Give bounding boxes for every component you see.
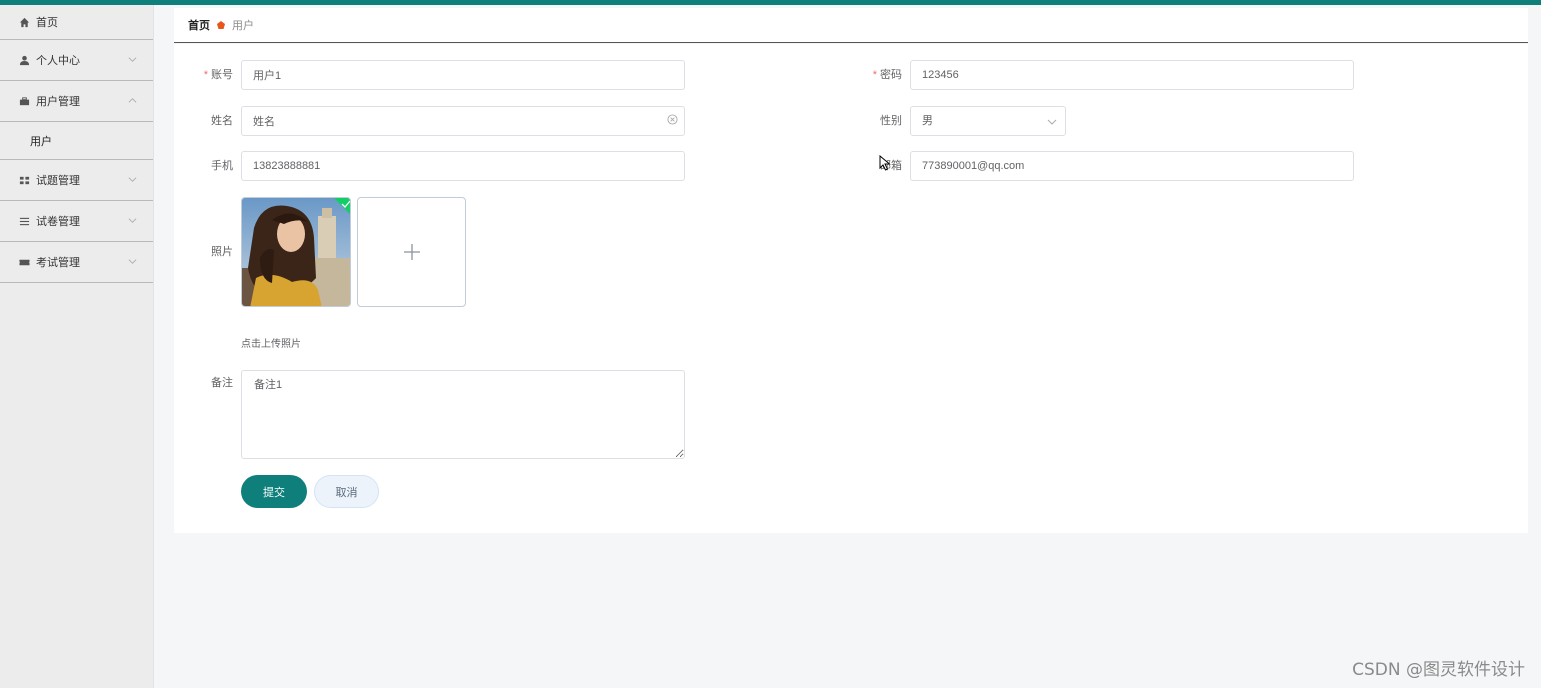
sidebar-item-home[interactable]: 首页 (0, 5, 153, 40)
submit-button[interactable]: 提交 (241, 475, 307, 508)
chevron-up-icon (128, 98, 137, 103)
grid-icon (18, 174, 30, 186)
mouse-cursor-icon (879, 155, 891, 171)
chevron-down-icon (128, 57, 137, 62)
password-label: * 密码 (872, 69, 902, 81)
sidebar-item-paper-management[interactable]: 试卷管理 (0, 201, 153, 242)
phone-label: 手机 (211, 160, 233, 172)
sidebar-subitem-users[interactable]: 用户 (0, 122, 153, 160)
sidebar-item-label: 个人中心 (36, 55, 80, 67)
remark-label: 备注 (211, 377, 233, 389)
upload-photo-tip: 点击上传照片 (241, 339, 301, 350)
sidebar-item-exam-management[interactable]: 考试管理 (0, 242, 153, 283)
phone-input[interactable] (241, 151, 685, 181)
list-icon (18, 215, 30, 227)
upload-photo-button[interactable] (357, 197, 466, 307)
breadcrumb: 首页 用户 (174, 8, 1528, 43)
breadcrumb-home-link[interactable]: 首页 (188, 17, 210, 33)
name-input[interactable] (241, 106, 685, 136)
photo-label: 照片 (211, 246, 233, 258)
chevron-down-icon (128, 218, 137, 223)
watermark-text: CSDN @图灵软件设计 (1352, 660, 1525, 680)
sidebar-item-user-management[interactable]: 用户管理 (0, 81, 153, 122)
name-label: 姓名 (211, 115, 233, 127)
gender-select[interactable]: 男 (910, 106, 1066, 136)
sidebar-item-question-management[interactable]: 试题管理 (0, 160, 153, 201)
password-input[interactable] (910, 60, 1354, 90)
portrait-photo-image (242, 198, 350, 306)
required-asterisk: * (203, 69, 208, 81)
sidebar-item-label: 考试管理 (36, 257, 80, 269)
email-label: 邮箱 (880, 160, 902, 172)
account-input[interactable] (241, 60, 685, 90)
sidebar-item-label: 试题管理 (36, 175, 80, 187)
required-asterisk: * (872, 69, 877, 81)
sidebar-item-label: 首页 (36, 17, 58, 29)
user-icon (18, 54, 30, 66)
breadcrumb-current: 用户 (232, 20, 254, 32)
plus-icon (403, 244, 420, 260)
home-icon (18, 16, 30, 28)
chevron-down-icon (128, 259, 137, 264)
remark-textarea[interactable]: 备注1 (241, 370, 685, 459)
sidebar: 首页 个人中心 用户管理 用户 试题管理 试卷管理 考试管理 (0, 5, 154, 688)
gender-select-value: 男 (922, 115, 933, 127)
breadcrumb-separator-icon (216, 20, 226, 30)
ticket-icon (18, 256, 30, 268)
sidebar-item-label: 用户管理 (36, 96, 80, 108)
photo-thumbnail[interactable] (241, 197, 351, 307)
email-input[interactable] (910, 151, 1354, 181)
clear-icon[interactable] (667, 114, 678, 125)
sidebar-item-label: 用户 (30, 135, 52, 148)
chevron-down-icon (1047, 119, 1057, 125)
sidebar-item-label: 试卷管理 (36, 216, 80, 228)
cancel-button[interactable]: 取消 (314, 475, 379, 508)
account-label: * 账号 (203, 69, 233, 81)
chevron-down-icon (128, 177, 137, 182)
sidebar-item-personal-center[interactable]: 个人中心 (0, 40, 153, 81)
briefcase-icon (18, 95, 30, 107)
gender-label: 性别 (880, 115, 902, 127)
